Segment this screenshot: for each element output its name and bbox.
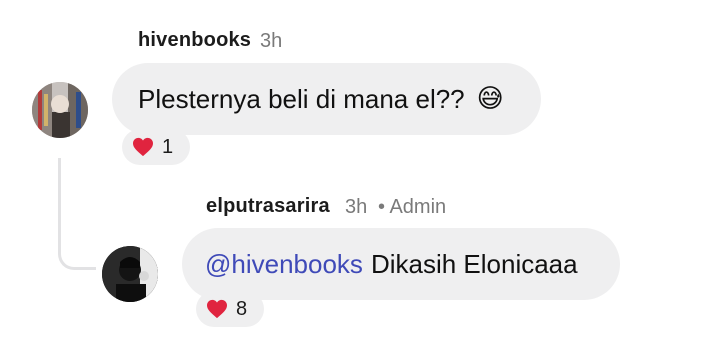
- avatar-elputrasarira[interactable]: [102, 246, 158, 302]
- reply-text: Dikasih Elonicaaa: [370, 248, 578, 279]
- avatar-photo-icon: [32, 82, 88, 138]
- heart-icon: [133, 137, 153, 157]
- reaction-count: 1: [162, 135, 174, 158]
- avatar-photo-icon: [102, 246, 158, 302]
- sweat-smile-emoji-icon: 😅: [476, 84, 504, 114]
- comment-username[interactable]: hivenbooks: [138, 29, 251, 52]
- comment-bubble[interactable]: Plesternya beli di mana el?? 😅: [112, 63, 541, 135]
- reply-timestamp: 3h: [345, 196, 368, 218]
- comment-hivenbooks: hivenbooks 3h Plesternya beli di mana el…: [0, 0, 718, 170]
- heart-icon: [207, 299, 227, 319]
- reply-bubble[interactable]: @hivenbooks Dikasih Elonicaaa: [182, 228, 620, 300]
- reaction-count: 8: [236, 297, 248, 320]
- reply-elputrasarira: elputrasarira 3h • Admin @hivenbooks Dik…: [0, 180, 718, 352]
- comment-text: Plesternya beli di mana el??: [138, 83, 465, 114]
- reply-username[interactable]: elputrasarira: [206, 195, 330, 218]
- reaction-chip[interactable]: 1: [122, 129, 190, 165]
- reaction-chip[interactable]: 8: [196, 291, 264, 327]
- comment-timestamp: 3h: [260, 30, 283, 52]
- avatar-hivenbooks[interactable]: [32, 82, 88, 138]
- reply-mention-link[interactable]: @hivenbooks: [205, 249, 363, 280]
- admin-badge: • Admin: [378, 196, 447, 218]
